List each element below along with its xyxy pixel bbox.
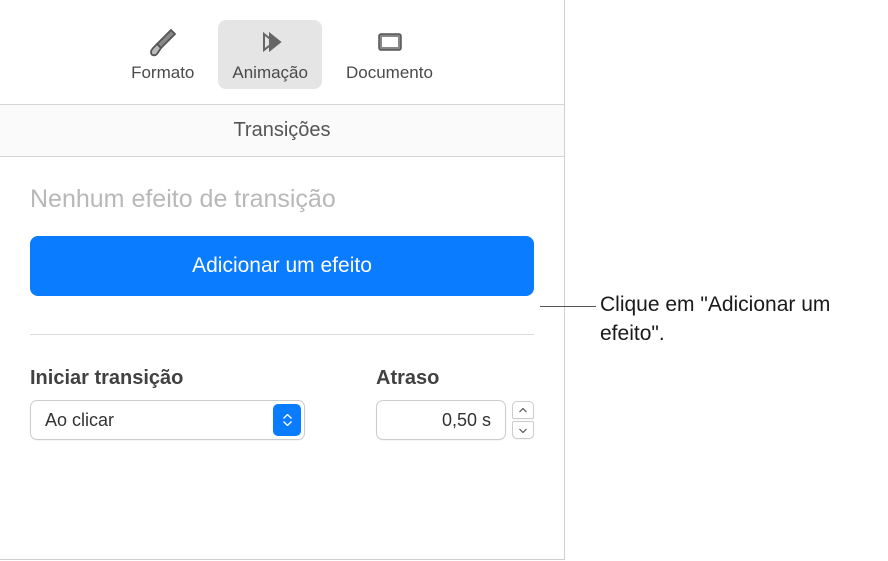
stepper-down-button[interactable] <box>512 421 534 439</box>
format-tab[interactable]: Formato <box>119 20 206 89</box>
start-transition-select[interactable]: Ao clicar <box>30 400 305 440</box>
animation-icon <box>250 26 290 58</box>
document-tab-label: Documento <box>346 63 433 83</box>
divider <box>30 334 534 335</box>
start-transition-group: Iniciar transição Ao clicar <box>30 367 344 440</box>
chevron-up-icon <box>519 408 527 413</box>
select-arrows-icon <box>273 404 301 436</box>
format-tab-label: Formato <box>131 63 194 83</box>
delay-stepper <box>512 401 534 439</box>
paintbrush-icon <box>143 26 183 58</box>
stepper-up-button[interactable] <box>512 401 534 419</box>
start-transition-label: Iniciar transição <box>30 367 344 390</box>
controls-row: Iniciar transição Ao clicar Atraso <box>30 367 534 440</box>
add-effect-button[interactable]: Adicionar um efeito <box>30 236 534 296</box>
delay-group: Atraso <box>376 367 534 440</box>
delay-label: Atraso <box>376 367 534 390</box>
document-icon <box>369 26 409 58</box>
inspector-panel: Formato Animação Documento Transições <box>0 0 565 560</box>
content-area: Nenhum efeito de transição Adicionar um … <box>0 157 564 468</box>
animation-tab-label: Animação <box>232 63 308 83</box>
start-transition-value: Ao clicar <box>45 410 114 431</box>
delay-input[interactable] <box>376 400 506 440</box>
animation-tab[interactable]: Animação <box>218 20 322 89</box>
document-tab[interactable]: Documento <box>334 20 445 89</box>
callout-line <box>540 306 596 307</box>
callout-text: Clique em "Adicionar um efeito". <box>600 290 860 349</box>
inspector-toolbar: Formato Animação Documento <box>0 0 564 105</box>
no-effect-label: Nenhum efeito de transição <box>30 185 534 214</box>
chevron-down-icon <box>519 428 527 433</box>
section-header-transitions: Transições <box>0 105 564 157</box>
